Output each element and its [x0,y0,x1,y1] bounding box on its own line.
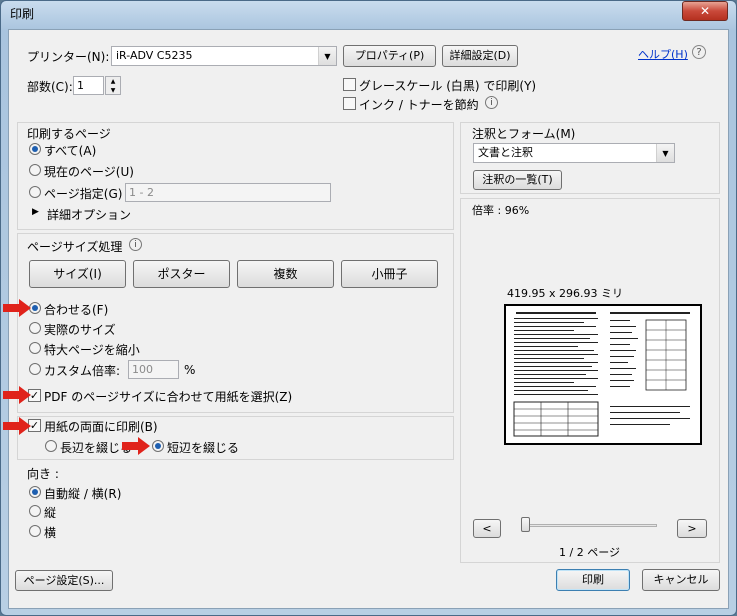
ink-save-checkbox[interactable] [343,97,356,110]
page-slider-track[interactable] [521,524,657,527]
chevron-down-icon: ▼ [318,47,336,65]
long-edge-radio[interactable] [45,440,57,452]
grayscale-checkbox[interactable] [343,78,356,91]
advanced-button[interactable]: 詳細設定(D) [442,45,518,67]
pages-range-input[interactable]: 1 - 2 [125,183,331,202]
close-button[interactable]: ✕ [682,1,728,21]
ink-save-label: インク / トナーを節約 [359,98,479,112]
help-link[interactable]: ヘルプ(H) [638,46,688,62]
red-arrow-icon [3,386,31,404]
page-slider-thumb[interactable] [521,517,530,532]
pages-all-radio[interactable] [29,143,41,155]
short-edge-radio[interactable] [152,440,164,452]
copies-stepper[interactable]: ▲ ▼ [105,76,121,95]
more-options-label[interactable]: 詳細オプション [47,206,131,223]
actual-size-radio[interactable] [29,322,41,334]
portrait-radio[interactable] [29,505,41,517]
page-setup-button[interactable]: ページ設定(S)... [15,570,113,591]
page-size-heading: ページサイズ処理 [27,240,123,254]
pages-current-radio[interactable] [29,164,41,176]
duplex-label: 用紙の両面に印刷(B) [44,420,158,434]
annotations-select[interactable]: 文書と注釈 ▼ [473,143,675,163]
annotations-heading: 注釈とフォーム(M) [472,127,576,141]
percent-label: % [184,363,196,377]
tab-size[interactable]: サイズ(I) [29,260,126,288]
auto-orientation-radio[interactable] [29,486,41,498]
landscape-label: 横 [44,526,57,540]
chevron-down-icon: ▼ [656,144,674,162]
copies-input[interactable]: 1 [73,76,104,95]
prev-page-button[interactable]: < [473,519,501,538]
zoom-label: 倍率 : 96% [472,204,530,217]
pages-heading: 印刷するページ [27,127,111,141]
grayscale-label: グレースケール (白黒) で印刷(Y) [359,79,537,93]
fit-label: 合わせる(F) [44,303,109,317]
orientation-heading: 向き : [27,467,59,481]
page-preview [504,304,702,445]
print-button[interactable]: 印刷 [556,569,630,591]
printer-select[interactable]: iR-ADV C5235 ▼ [111,46,337,66]
tab-multiple[interactable]: 複数 [237,260,334,288]
shrink-radio[interactable] [29,342,41,354]
help-icon[interactable]: ? [692,45,706,59]
custom-scale-label: カスタム倍率: [44,364,121,378]
short-edge-label: 短辺を綴じる [167,441,240,455]
info-icon[interactable]: i [485,96,498,109]
auto-orientation-label: 自動縦 / 横(R) [44,487,122,501]
paper-size-label: 419.95 x 296.93 ミリ [507,287,623,300]
red-arrow-icon [3,417,31,435]
actual-size-label: 実際のサイズ [44,323,116,337]
pages-range-radio[interactable] [29,186,41,198]
pdf-paper-label: PDF のページサイズに合わせて用紙を選択(Z) [44,390,293,404]
printer-value: iR-ADV C5235 [116,49,193,62]
info-icon[interactable]: i [129,238,142,251]
page-indicator: 1 / 2 ページ [559,546,620,559]
tab-booklet[interactable]: 小冊子 [341,260,438,288]
annotations-summary-button[interactable]: 注釈の一覧(T) [473,170,562,190]
pages-current-label: 現在のページ(U) [44,165,134,179]
red-arrow-icon [122,437,150,455]
custom-scale-radio[interactable] [29,363,41,375]
copies-label: 部数(C): [27,80,73,94]
tab-poster[interactable]: ポスター [133,260,230,288]
annotations-value: 文書と注釈 [478,146,533,159]
custom-scale-input[interactable]: 100 [128,360,179,379]
properties-button[interactable]: プロパティ(P) [343,45,436,67]
red-arrow-icon [3,299,31,317]
shrink-label: 特大ページを縮小 [44,343,140,357]
window-title: 印刷 [10,7,35,21]
pages-all-label: すべて(A) [44,144,97,158]
printer-label: プリンター(N): [27,50,110,64]
cancel-button[interactable]: キャンセル [642,569,720,591]
next-page-button[interactable]: > [677,519,707,538]
landscape-radio[interactable] [29,525,41,537]
pages-range-label: ページ指定(G) [44,187,123,201]
portrait-label: 縦 [44,506,57,520]
expand-triangle-icon[interactable]: ▶ [32,207,39,217]
document-thumbnail [513,312,690,437]
